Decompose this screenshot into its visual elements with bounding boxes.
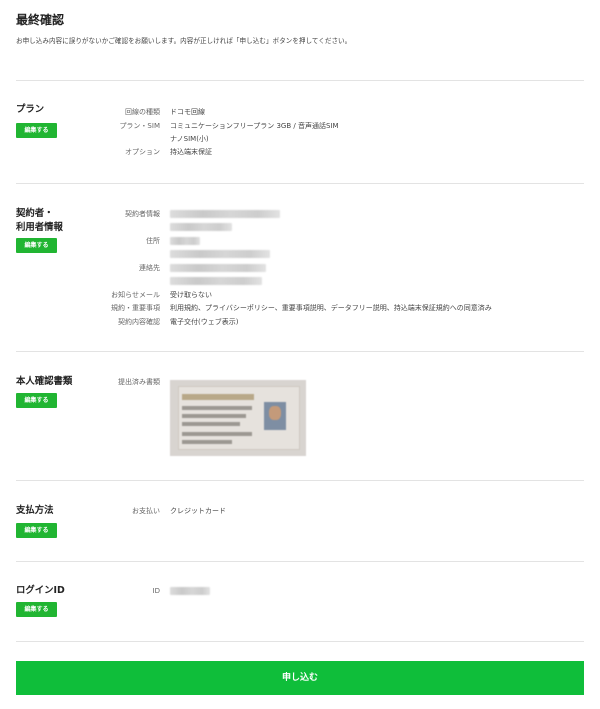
holder-label: 契約者情報 <box>125 210 160 218</box>
sim-size-value: ナノSIM(小) <box>170 135 209 143</box>
redacted-holder-name <box>170 210 280 218</box>
submit-application-button[interactable]: 申し込む <box>16 661 584 695</box>
login-id-label: ID <box>152 587 160 595</box>
contract-section-title-line2: 利用者情報 <box>16 222 63 233</box>
address-label: 住所 <box>146 237 160 245</box>
plan-value: コミュニケーションフリープラン 3GB / 音声通話SIM <box>170 122 339 130</box>
confirm-label: 契約内容確認 <box>118 318 160 326</box>
divider <box>16 480 584 481</box>
redacted-contact-1 <box>170 250 270 258</box>
edit-contract-button[interactable]: 編集する <box>16 238 57 253</box>
contract-section-title-line1: 契約者・ <box>16 208 54 219</box>
divider <box>16 641 584 642</box>
redacted-holder-kana <box>170 223 232 231</box>
payment-value: クレジットカード <box>170 507 226 515</box>
contact-label: 連絡先 <box>139 264 160 272</box>
option-label: オプション <box>125 148 160 156</box>
confirm-value: 電子交付(ウェブ表示) <box>170 318 239 326</box>
redacted-contact-2 <box>170 264 266 272</box>
divider <box>16 351 584 352</box>
edit-login-button[interactable]: 編集する <box>16 602 57 617</box>
page-description: お申し込み内容に誤りがないかご確認をお願いします。内容が正しければ「申し込む」ボ… <box>16 37 352 45</box>
submitted-doc-label: 提出済み書類 <box>118 378 160 386</box>
divider <box>16 183 584 184</box>
payment-label: お支払い <box>132 507 160 515</box>
redacted-contact-3 <box>170 277 262 285</box>
edit-plan-button[interactable]: 編集する <box>16 123 57 138</box>
identity-section-title: 本人確認書類 <box>16 376 73 387</box>
edit-payment-button[interactable]: 編集する <box>16 523 57 538</box>
divider <box>16 561 584 562</box>
divider <box>16 80 584 81</box>
page-title: 最終確認 <box>16 13 65 27</box>
payment-section-title: 支払方法 <box>16 505 54 516</box>
line-type-value: ドコモ回線 <box>170 108 205 116</box>
redacted-address <box>170 237 200 245</box>
login-section-title: ログインID <box>16 585 65 596</box>
mail-label: お知らせメール <box>111 291 160 299</box>
plan-sim-label: プラン・SIM <box>119 122 160 130</box>
redacted-login-id <box>170 587 210 595</box>
line-type-label: 回線の種類 <box>125 108 160 116</box>
option-value: 持込端末保証 <box>170 148 212 156</box>
mail-value: 受け取らない <box>170 291 212 299</box>
terms-value: 利用規約、プライバシーポリシー、重要事項説明、データフリー説明、持込端末保証規約… <box>170 304 492 312</box>
id-document-thumbnail <box>170 380 306 456</box>
edit-identity-button[interactable]: 編集する <box>16 393 57 408</box>
terms-label: 規約・重要事項 <box>111 304 160 312</box>
plan-section-title: プラン <box>16 104 45 115</box>
